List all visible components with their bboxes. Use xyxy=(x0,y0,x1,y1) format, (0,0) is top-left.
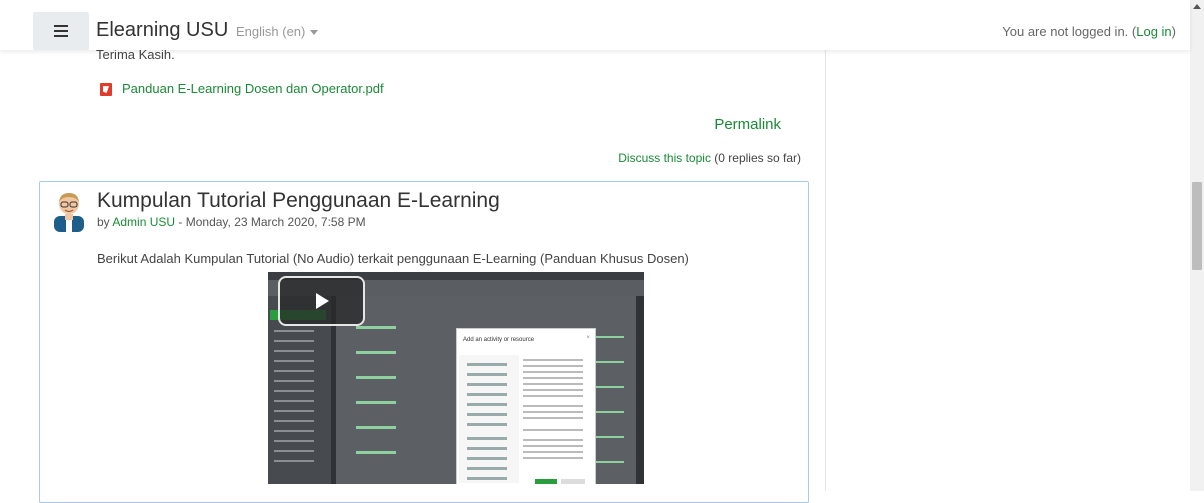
login-status: You are not logged in. (Log in) xyxy=(1002,24,1176,39)
login-status-close: ) xyxy=(1171,24,1176,39)
hamburger-menu-icon[interactable] xyxy=(33,12,89,50)
video-main-pane: Add an activity or resource × xyxy=(336,296,636,484)
pdf-icon xyxy=(100,83,112,97)
discuss-topic-link[interactable]: Discuss this topic xyxy=(618,151,711,165)
forum-post: Kumpulan Tutorial Penggunaan E-Learning … xyxy=(39,181,809,503)
author-link[interactable]: Admin USU xyxy=(112,215,175,229)
replies-count: (0 replies so far) xyxy=(714,151,801,165)
play-icon xyxy=(316,293,329,309)
play-button[interactable] xyxy=(278,276,365,326)
video-modal: Add an activity or resource × xyxy=(456,328,596,484)
scroll-up-icon[interactable] xyxy=(1193,4,1201,9)
language-menu[interactable]: English (en) xyxy=(236,24,319,39)
discuss-row: Discuss this topic (0 replies so far) xyxy=(618,151,801,165)
byline-prefix: by xyxy=(97,215,110,229)
column-divider xyxy=(825,50,826,491)
language-label: English (en) xyxy=(236,24,306,39)
video-modal-title: Add an activity or resource xyxy=(463,337,535,343)
user-avatar-icon[interactable] xyxy=(52,190,86,232)
post-body-text: Berikut Adalah Kumpulan Tutorial (No Aud… xyxy=(97,251,689,266)
navbar: Elearning USU English (en) You are not l… xyxy=(0,0,1190,50)
post-byline: by Admin USU - Monday, 23 March 2020, 7:… xyxy=(97,215,366,229)
login-status-text: You are not logged in. ( xyxy=(1002,24,1137,39)
video-embed[interactable]: Add an activity or resource × xyxy=(268,272,644,484)
post-title: Kumpulan Tutorial Penggunaan E-Learning xyxy=(97,189,500,212)
page-scrollbar[interactable] xyxy=(1190,0,1204,491)
site-brand[interactable]: Elearning USU xyxy=(96,19,228,42)
login-link[interactable]: Log in xyxy=(1136,24,1171,39)
attachment[interactable]: Panduan E-Learning Dosen dan Operator.pd… xyxy=(100,81,384,97)
close-icon: × xyxy=(586,335,590,341)
attachment-link[interactable]: Panduan E-Learning Dosen dan Operator.pd… xyxy=(122,81,384,96)
caret-down-icon xyxy=(310,30,319,36)
scrollbar-thumb[interactable] xyxy=(1192,182,1202,270)
post-date: - Monday, 23 March 2020, 7:58 PM xyxy=(178,215,366,229)
permalink-link[interactable]: Permalink xyxy=(714,116,781,133)
